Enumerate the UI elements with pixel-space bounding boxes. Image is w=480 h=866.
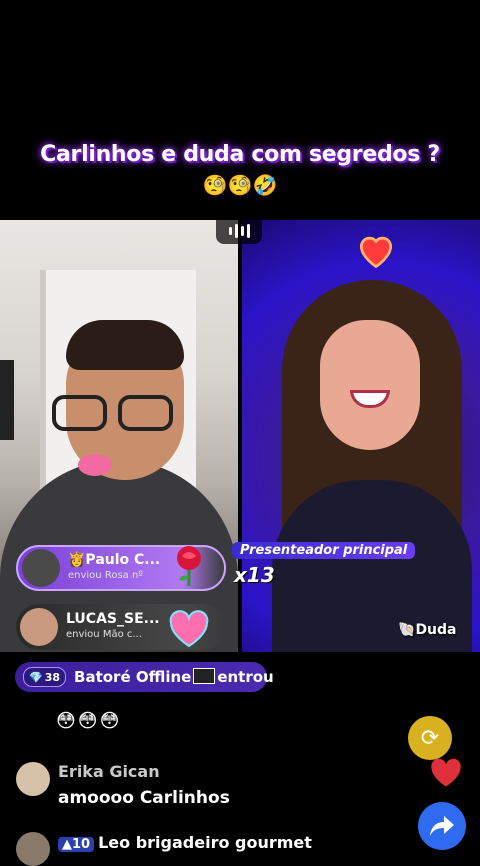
- caption-emojis: 🧐🧐🤣: [202, 173, 278, 197]
- host-right-name: Duda: [415, 622, 457, 638]
- share-button[interactable]: [418, 802, 466, 850]
- gift-sender-name: LUCAS_SE...: [66, 611, 160, 627]
- heart-hands-icon: [169, 610, 209, 648]
- glasses: [52, 395, 182, 433]
- user-entered-banner: 💎 38 Batoré Offline entrou: [15, 662, 274, 692]
- like-heart-icon[interactable]: [428, 756, 464, 788]
- gift-multiplier: x13: [234, 563, 275, 587]
- avatar: [22, 549, 60, 587]
- level-badge: 💎 38: [23, 667, 67, 687]
- gift-action: enviou Rosa nº: [68, 570, 144, 581]
- right-video-feed[interactable]: [242, 220, 480, 652]
- level-number: 10: [72, 837, 91, 852]
- thumbnail-icon: [193, 668, 216, 684]
- entered-action: entrou: [217, 668, 274, 686]
- repost-icon[interactable]: ⟳: [408, 716, 452, 760]
- avatar: [16, 762, 50, 796]
- rose-icon: [177, 546, 201, 586]
- gift-sender-name: 👸Paulo C...: [68, 552, 161, 568]
- host-left-tongue: [78, 454, 112, 476]
- background-door: [0, 360, 14, 440]
- entered-username: Batoré Offline: [74, 668, 192, 686]
- host-right-tag[interactable]: 🐚Duda: [398, 622, 457, 638]
- top-gifter-label: Presenteador principal: [232, 542, 416, 559]
- comment-message: amoooo Carlinhos: [58, 788, 230, 808]
- share-arrow-icon: [430, 816, 454, 836]
- gift-action: enviou Mão c...: [66, 629, 142, 640]
- audio-bars-button[interactable]: [216, 218, 262, 244]
- level-badge: ▲10: [58, 837, 95, 852]
- comment-author: Erika Gican: [58, 762, 160, 781]
- level-number: 38: [44, 670, 61, 684]
- comment-author: Leo brigadeiro gourmet: [98, 833, 312, 852]
- seashell-icon: 🐚: [398, 622, 416, 638]
- host-left-hair: [66, 320, 184, 370]
- heart-effect-icon: [359, 236, 393, 269]
- comment-author-row: ▲10 Leo brigadeiro gourmet: [58, 833, 312, 852]
- video-caption: Carlinhos e duda com segredos ? 🧐🧐🤣: [0, 142, 480, 197]
- diamond-icon: 💎: [29, 670, 43, 684]
- avatar: [20, 608, 58, 646]
- caption-title: Carlinhos e duda com segredos ?: [40, 142, 440, 167]
- emoji-comment: 😳😳😳: [56, 710, 122, 732]
- host-right-face: [320, 320, 420, 450]
- avatar: [16, 832, 50, 866]
